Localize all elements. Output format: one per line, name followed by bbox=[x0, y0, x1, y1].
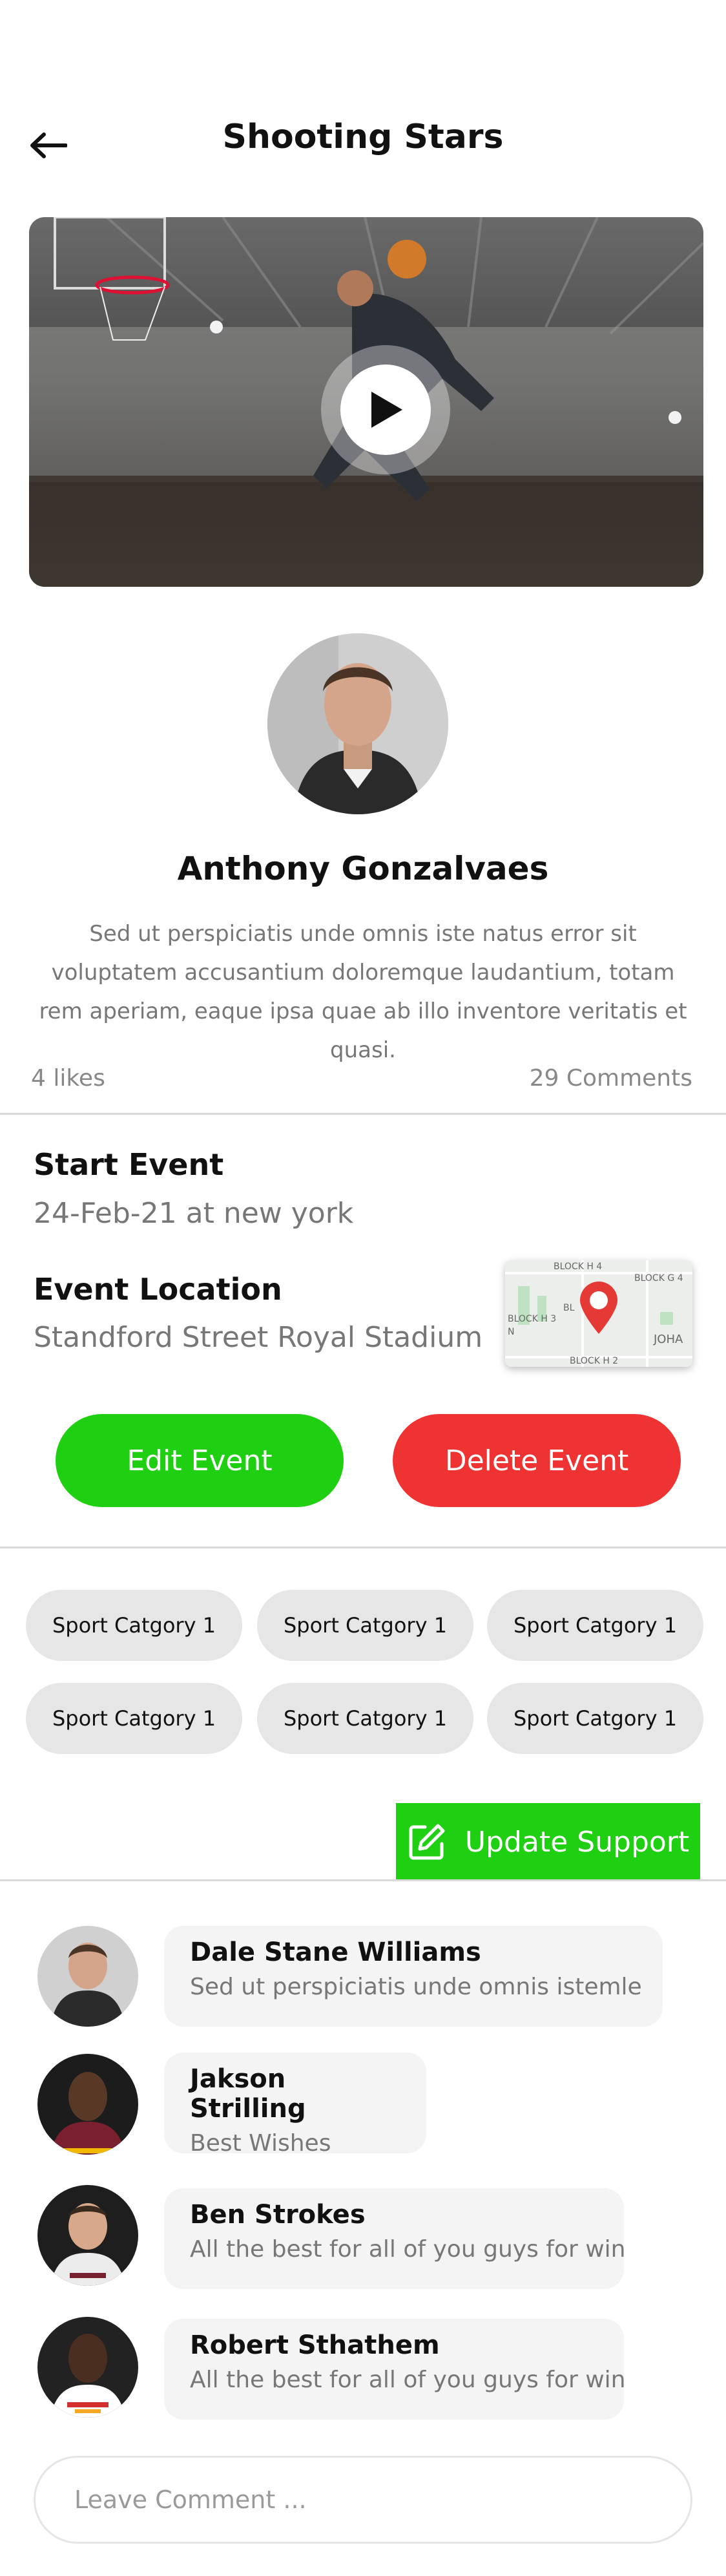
commenter-avatar[interactable] bbox=[37, 1926, 138, 2027]
svg-text:BLOCK H 3: BLOCK H 3 bbox=[508, 1314, 556, 1324]
commenter-name: Dale Stane Williams bbox=[190, 1937, 481, 1967]
divider bbox=[0, 1113, 726, 1115]
video-player[interactable] bbox=[29, 217, 703, 587]
event-location-value: Standford Street Royal Stadium bbox=[34, 1321, 483, 1354]
svg-text:BLOCK H 4: BLOCK H 4 bbox=[554, 1262, 602, 1272]
start-event-label: Start Event bbox=[34, 1147, 224, 1182]
divider bbox=[0, 1547, 726, 1548]
commenter-name: Robert Sthathem bbox=[190, 2330, 440, 2360]
divider bbox=[0, 1879, 726, 1881]
play-icon bbox=[371, 392, 402, 428]
svg-text:BLOCK H 2: BLOCK H 2 bbox=[570, 1356, 618, 1366]
comment-bubble: Jakson Strilling Best Wishes bbox=[164, 2053, 426, 2157]
comment-text: All the best for all of you guys for win bbox=[190, 2367, 626, 2393]
profile-bio: Sed ut perspiciatis unde omnis iste natu… bbox=[39, 921, 687, 1063]
comment-text: Sed ut perspiciatis unde omnis istemle bbox=[190, 1974, 642, 2000]
category-chip[interactable]: Sport Catgory 1 bbox=[26, 1590, 242, 1661]
play-button[interactable] bbox=[321, 345, 450, 474]
category-chip[interactable]: Sport Catgory 1 bbox=[257, 1590, 473, 1661]
commenter-name: Jakson Strilling bbox=[190, 2064, 306, 2124]
event-location-label: Event Location bbox=[34, 1272, 282, 1307]
location-map-thumbnail[interactable]: BLOCK H 4 BLOCK G 4 BLOCK H 3 BL N BLOCK… bbox=[505, 1260, 692, 1367]
svg-text:BLOCK G 4: BLOCK G 4 bbox=[634, 1273, 683, 1283]
commenter-avatar[interactable] bbox=[37, 2054, 138, 2155]
comment-bubble: Robert Sthathem All the best for all of … bbox=[164, 2319, 626, 2420]
start-event-value: 24-Feb-21 at new york bbox=[34, 1197, 354, 1230]
svg-text:JOHA: JOHA bbox=[653, 1333, 683, 1346]
update-support-button[interactable]: Update Support bbox=[396, 1803, 700, 1881]
delete-event-button[interactable]: Delete Event bbox=[393, 1414, 681, 1507]
category-chip[interactable]: Sport Catgory 1 bbox=[487, 1683, 703, 1754]
edit-event-button[interactable]: Edit Event bbox=[56, 1414, 344, 1507]
comment-bubble: Ben Strokes All the best for all of you … bbox=[164, 2188, 626, 2289]
category-chip[interactable]: Sport Catgory 1 bbox=[257, 1683, 473, 1754]
commenter-name: Ben Strokes bbox=[190, 2200, 366, 2230]
comments-count[interactable]: 29 Comments bbox=[530, 1065, 692, 1092]
category-chip[interactable]: Sport Catgory 1 bbox=[487, 1590, 703, 1661]
map-pin-icon bbox=[580, 1282, 617, 1334]
page-title: Shooting Stars bbox=[222, 118, 504, 156]
commenter-avatar[interactable] bbox=[37, 2317, 138, 2418]
commenter-avatar[interactable] bbox=[37, 2185, 138, 2286]
update-support-label: Update Support bbox=[464, 1825, 690, 1859]
edit-icon bbox=[409, 1824, 445, 1860]
likes-count[interactable]: 4 likes bbox=[31, 1065, 105, 1092]
comment-text: Best Wishes bbox=[190, 2130, 331, 2157]
svg-text:N: N bbox=[508, 1327, 514, 1337]
category-chip[interactable]: Sport Catgory 1 bbox=[26, 1683, 242, 1754]
profile-avatar bbox=[267, 633, 448, 814]
comment-input[interactable] bbox=[34, 2456, 692, 2544]
comment-text: All the best for all of you guys for win bbox=[190, 2236, 626, 2263]
svg-text:BL: BL bbox=[563, 1303, 575, 1313]
comment-bubble: Dale Stane Williams Sed ut perspiciatis … bbox=[164, 1926, 663, 2027]
profile-name: Anthony Gonzalvaes bbox=[177, 850, 549, 887]
